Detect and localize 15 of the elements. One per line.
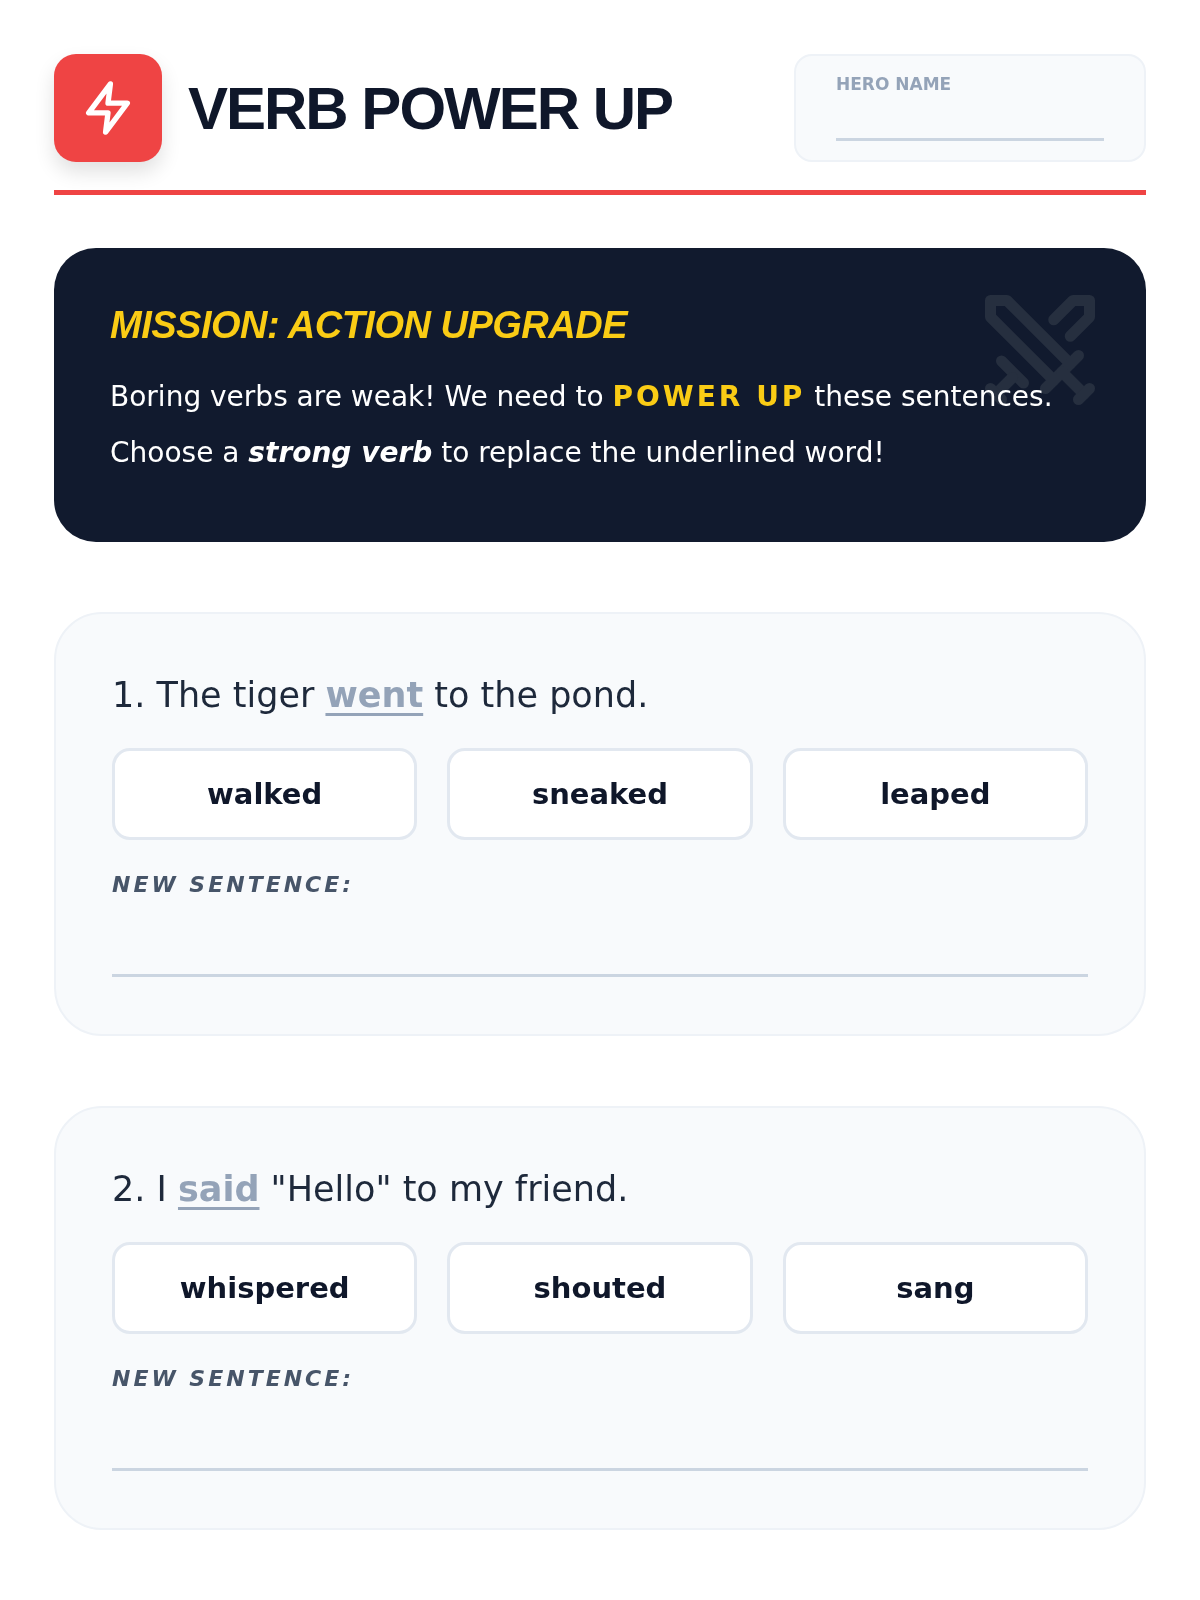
field-label: HERO NAME [836, 74, 953, 94]
verb-choice-button[interactable]: sang [782, 1242, 1088, 1334]
verb-choice-button[interactable]: walked [112, 748, 418, 840]
answer-label: NEW SENTENCE: [112, 872, 356, 897]
answer-label: NEW SENTENCE: [112, 1366, 356, 1391]
lightning-icon [54, 54, 162, 162]
verb-choice-button[interactable]: leaped [782, 748, 1088, 840]
mission-title: MISSION: ACTION UPGRADE [110, 304, 630, 347]
question-sentence: 2. I said "Hello" to my friend. [112, 1168, 630, 1211]
verb-choice-button[interactable]: shouted [447, 1242, 753, 1334]
verb-choice-button[interactable]: sneaked [447, 748, 753, 840]
verb-choice-button[interactable]: whispered [112, 1242, 418, 1334]
question-sentence: 1. The tiger went to the pond. [112, 674, 650, 717]
mission-text: Boring verbs are weak! We need to POWER UP these sentences. Choose a strong verb to replace the underlined word! [110, 379, 1054, 471]
app-title: VERB POWER UP [188, 73, 674, 143]
